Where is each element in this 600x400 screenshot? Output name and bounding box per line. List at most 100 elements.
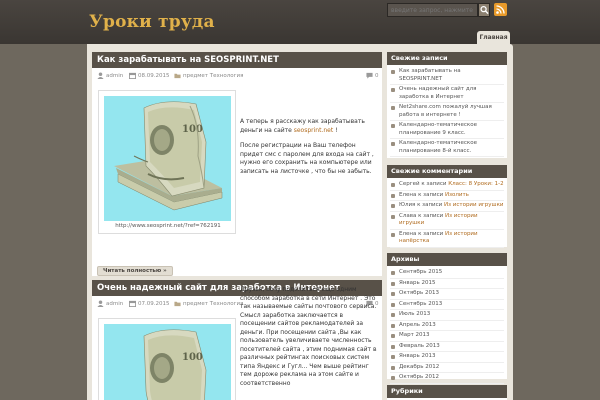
post-image-frame: 100 [98, 318, 236, 400]
archive-link[interactable]: Сентябрь 2013 [399, 301, 442, 307]
search-input[interactable] [387, 3, 478, 17]
rss-button[interactable] [494, 3, 507, 16]
comment-author-link[interactable]: Елена [399, 192, 416, 198]
post-category[interactable]: предмет Технология [183, 73, 243, 79]
comment-author-link[interactable]: Сергей [399, 181, 420, 187]
svg-text:100: 100 [182, 352, 203, 363]
site-title[interactable]: Уроки труда [89, 12, 215, 32]
archive-item[interactable]: Октябрь 2013 [390, 289, 504, 300]
archive-link[interactable]: Октябрь 2013 [399, 290, 439, 296]
comment-author-link[interactable]: Юлия [399, 202, 415, 208]
widget-recent-comments: Свежие комментарии Сергей к записи Класс… [387, 165, 507, 248]
archive-link[interactable]: Январь 2015 [399, 280, 436, 286]
archive-item[interactable]: Сентябрь 2015 [390, 268, 504, 279]
widget-rubrics: Рубрики [387, 385, 507, 400]
recent-post-link[interactable]: Календарно-тематическое планирование 8-й… [399, 140, 477, 154]
post-excerpt: А теперь я расскажу как зарабатывать ден… [240, 118, 380, 183]
recent-comments-list: Сергей к записи Класс: 8 Уроки: 1-2 Елен… [387, 178, 507, 248]
recent-post-item[interactable]: Net2share.com пожалуй лучшая работа в ин… [390, 103, 504, 121]
widget-title: Рубрики [387, 385, 507, 398]
archive-item[interactable]: Октябрь 2012 [390, 373, 504, 384]
recent-post-item[interactable]: Как зарабатывать на SEOSPRINT.NET [390, 67, 504, 85]
comment-item: Сергей к записи Класс: 8 Уроки: 1-2 [390, 180, 504, 191]
nav-home-tab[interactable]: Главная [477, 31, 510, 44]
comment-author-link[interactable]: Елена [399, 231, 416, 237]
archive-link[interactable]: Июль 2013 [399, 311, 430, 317]
post-title[interactable]: Как зарабатывать на SEOSPRINT.NET [92, 52, 382, 68]
comment-post-link[interactable]: Из истории игрушки [444, 202, 503, 208]
comment-icon [366, 72, 373, 79]
money-image[interactable]: 100 [104, 96, 231, 221]
widget-recent-posts: Свежие записи Как зарабатывать на SEOSPR… [387, 52, 507, 158]
recent-post-link[interactable]: Календарно-тематическое планирование 9 к… [399, 122, 477, 136]
archive-item[interactable]: Сентябрь 2013 [390, 300, 504, 310]
comment-sep: к записи [415, 202, 444, 208]
post-article: Очень надежный сайт для заработка в Инте… [92, 280, 382, 400]
calendar-icon [129, 300, 136, 307]
author-icon [97, 300, 104, 307]
comment-sep: к записи [416, 230, 445, 237]
post-author[interactable]: admin [106, 73, 123, 79]
widget-title: Архивы [387, 253, 507, 266]
comment-sep: к записи [416, 191, 445, 198]
post-meta: admin 08.09.2015 предмет Технология 0 [92, 71, 382, 81]
post-excerpt: Друзья, хочу поделиться еще одним способ… [240, 286, 380, 395]
post-image-frame: 100 http://www.seosprint.net/?ref=762191 [98, 90, 236, 234]
recent-post-link[interactable]: Как зарабатывать на SEOSPRINT.NET [399, 68, 461, 82]
recent-post-item[interactable]: Календарно-тематическое планирование 9 к… [390, 121, 504, 139]
archive-item[interactable]: Декабрь 2012 [390, 363, 504, 373]
archive-item[interactable]: Апрель 2013 [390, 321, 504, 331]
recent-post-item[interactable]: Календарно-тематическое планирование 8-й… [390, 139, 504, 157]
comment-item: Юлия к записи Из истории игрушки [390, 201, 504, 212]
archive-link[interactable]: Январь 2013 [399, 353, 436, 359]
widget-title: Свежие записи [387, 52, 507, 65]
excerpt-paragraph: Друзья, хочу поделиться еще одним способ… [240, 286, 377, 387]
archive-item[interactable]: Январь 2013 [390, 352, 504, 363]
folder-icon [174, 73, 181, 79]
money-image[interactable]: 100 [104, 324, 231, 400]
seosprint-link[interactable]: seosprint.net [294, 127, 333, 134]
archive-item[interactable]: Февраль 2013 [390, 342, 504, 352]
archive-link[interactable]: Октябрь 2012 [399, 374, 439, 380]
archive-link[interactable]: Март 2013 [399, 332, 430, 338]
post-author[interactable]: admin [106, 301, 123, 307]
recent-posts-list: Как зарабатывать на SEOSPRINT.NET Очень … [387, 65, 507, 157]
post-date: 07.09.2015 [138, 301, 170, 307]
excerpt-paragraph: После регистрации на Ваш телефон придет … [240, 142, 374, 175]
post-category[interactable]: предмет Технология [183, 301, 243, 307]
archive-item[interactable]: Январь 2015 [390, 279, 504, 289]
search-icon [480, 5, 489, 15]
archive-item[interactable]: Март 2013 [390, 331, 504, 342]
recent-post-item[interactable]: Очень надежный сайт для заработка в Инте… [390, 85, 504, 103]
comment-item: Елена к записи Из истории напёрстка [390, 230, 504, 248]
image-caption[interactable]: http://www.seosprint.net/?ref=762191 [99, 223, 237, 229]
post-date: 08.09.2015 [138, 73, 170, 79]
comment-author-link[interactable]: Слава [399, 213, 416, 219]
calendar-icon [129, 72, 136, 79]
widget-archives: Архивы Сентябрь 2015 Январь 2015 Октябрь… [387, 253, 507, 384]
comment-sep: к записи [419, 181, 449, 187]
comment-post-link[interactable]: Класс: 8 Уроки: 1-2 [448, 181, 503, 187]
comment-item: Слава к записи Из истории игрушки [390, 212, 504, 230]
author-icon [97, 72, 104, 79]
comment-item: Елена к записи Изолить [390, 191, 504, 201]
archive-item[interactable]: Июль 2013 [390, 310, 504, 321]
widget-title: Свежие комментарии [387, 165, 507, 178]
archive-link[interactable]: Апрель 2013 [399, 322, 436, 328]
search-button[interactable] [478, 3, 490, 17]
rss-icon [496, 5, 505, 14]
svg-text:100: 100 [182, 124, 203, 135]
comment-sep: к записи [416, 212, 445, 219]
read-more-button[interactable]: Читать полностью » [97, 266, 173, 276]
excerpt-end: ! [333, 126, 338, 134]
post-comment-count[interactable]: 0 [375, 73, 379, 79]
archive-link[interactable]: Февраль 2013 [399, 343, 440, 349]
archive-link[interactable]: Сентябрь 2015 [399, 269, 442, 275]
folder-icon [174, 301, 181, 307]
recent-post-link[interactable]: Net2share.com пожалуй лучшая работа в ин… [399, 104, 492, 118]
site-header: Уроки труда Главная [0, 0, 600, 44]
archive-link[interactable]: Декабрь 2012 [399, 364, 439, 370]
comment-post-link[interactable]: Изолить [445, 192, 469, 198]
post-article: Как зарабатывать на SEOSPRINT.NET admin … [92, 52, 382, 276]
recent-post-link[interactable]: Очень надежный сайт для заработка в Инте… [399, 86, 476, 100]
